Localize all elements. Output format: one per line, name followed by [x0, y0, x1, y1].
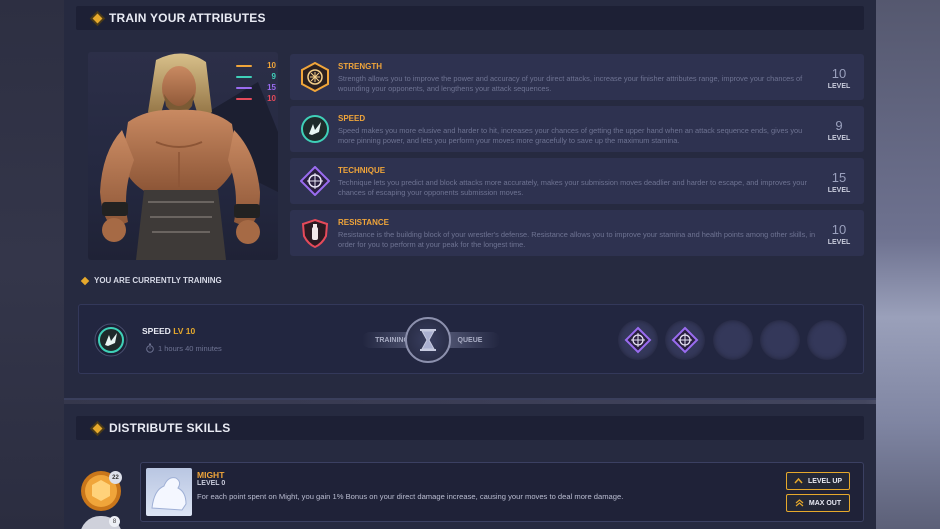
- training-attribute-name: SPEED: [142, 326, 171, 336]
- diamond-bullet-icon: [80, 276, 90, 285]
- attribute-level-label: LEVEL: [827, 187, 851, 194]
- training-heading-text: YOU ARE CURRENTLY TRAINING: [94, 276, 222, 285]
- attribute-name: STRENGTH: [338, 62, 382, 71]
- crosshair-icon: [671, 326, 699, 354]
- might-skill-image: [146, 468, 192, 516]
- train-section-title: TRAIN YOUR ATTRIBUTES: [109, 11, 266, 25]
- attribute-level-label: LEVEL: [827, 239, 851, 246]
- flexed-arm-icon: [151, 477, 187, 511]
- winged-foot-icon: [301, 115, 329, 143]
- skill-level: LEVEL 0: [197, 480, 226, 487]
- skill-name: MIGHT: [197, 470, 225, 480]
- queue-slot-empty[interactable]: [760, 320, 800, 360]
- legend-bar: [236, 64, 252, 67]
- hourglass-icon: [420, 329, 436, 351]
- training-hourglass-button[interactable]: [405, 317, 451, 363]
- crosshair-icon: [624, 326, 652, 354]
- legend-bar: [236, 75, 252, 78]
- legend-value: 9: [271, 72, 276, 81]
- training-time-text: 1 hours 40 minutes: [158, 343, 222, 353]
- legend-row: 15: [236, 82, 276, 93]
- winged-foot-icon: [94, 323, 128, 357]
- legend-row: 10: [236, 93, 276, 104]
- legend-row: 10: [236, 60, 276, 71]
- max-out-button[interactable]: MAX OUT: [786, 494, 850, 512]
- legend-value: 10: [267, 61, 276, 70]
- attribute-description: Speed makes you more elusive and harder …: [338, 126, 803, 145]
- queue-slot-empty[interactable]: [713, 320, 753, 360]
- attribute-row-resistance[interactable]: RESISTANCE Resistance is the building bl…: [290, 210, 864, 256]
- diamond-bullet-icon: [92, 13, 103, 23]
- attribute-description: Technique lets you predict and block att…: [338, 178, 807, 197]
- training-attribute-level: LV 10: [173, 326, 196, 336]
- legend-value: 15: [267, 83, 276, 92]
- crosshair-icon: [300, 166, 330, 196]
- left-backdrop: [0, 0, 64, 529]
- queue-slot[interactable]: [618, 320, 658, 360]
- attribute-legend: 10 9 15 10: [236, 60, 276, 104]
- coin-count-badge: 8: [109, 516, 120, 527]
- attribute-name: SPEED: [338, 114, 366, 123]
- attribute-level-value: 15: [831, 170, 847, 185]
- queue-slot-empty[interactable]: [807, 320, 847, 360]
- max-out-label: MAX OUT: [808, 499, 842, 507]
- training-heading: YOU ARE CURRENTLY TRAINING: [80, 276, 222, 285]
- skill-description: For each point spent on Might, you gain …: [197, 492, 624, 501]
- chevron-up-icon: [794, 477, 803, 484]
- diamond-bullet-icon: [92, 423, 103, 433]
- attribute-level-value: 10: [831, 222, 847, 237]
- attribute-row-strength[interactable]: STRENGTH Strength allows you to improve …: [290, 54, 864, 100]
- training-attribute: SPEED LV 10: [142, 326, 195, 336]
- attribute-description: Strength allows you to improve the power…: [338, 74, 803, 93]
- legend-bar: [236, 97, 252, 100]
- legend-row: 9: [236, 71, 276, 82]
- distribute-section-title: DISTRIBUTE SKILLS: [109, 421, 231, 435]
- shield-bottle-icon: [301, 218, 329, 248]
- attribute-description: Resistance is the building block of your…: [338, 230, 816, 249]
- attribute-level-value: 9: [835, 118, 843, 133]
- distribute-section-header: DISTRIBUTE SKILLS: [76, 416, 864, 440]
- attribute-name: RESISTANCE: [338, 218, 389, 227]
- level-up-button[interactable]: LEVEL UP: [786, 472, 850, 490]
- right-backdrop: [876, 0, 940, 529]
- level-up-label: LEVEL UP: [807, 477, 843, 485]
- stopwatch-icon: [146, 343, 154, 353]
- queue-slot[interactable]: [665, 320, 705, 360]
- attribute-level-label: LEVEL: [827, 83, 851, 90]
- double-chevron-up-icon: [795, 499, 804, 507]
- train-section-header: TRAIN YOUR ATTRIBUTES: [76, 6, 864, 30]
- attribute-level-label: LEVEL: [827, 135, 851, 142]
- legend-value: 10: [267, 94, 276, 103]
- attribute-row-technique[interactable]: TECHNIQUE Technique lets you predict and…: [290, 158, 864, 204]
- legend-bar: [236, 86, 252, 89]
- attribute-level-value: 10: [831, 66, 847, 81]
- attribute-name: TECHNIQUE: [338, 166, 386, 175]
- training-time: 1 hours 40 minutes: [146, 343, 222, 353]
- coin-count-badge: 22: [109, 471, 122, 484]
- fist-icon: [301, 62, 329, 92]
- attribute-row-speed[interactable]: SPEED Speed makes you more elusive and h…: [290, 106, 864, 152]
